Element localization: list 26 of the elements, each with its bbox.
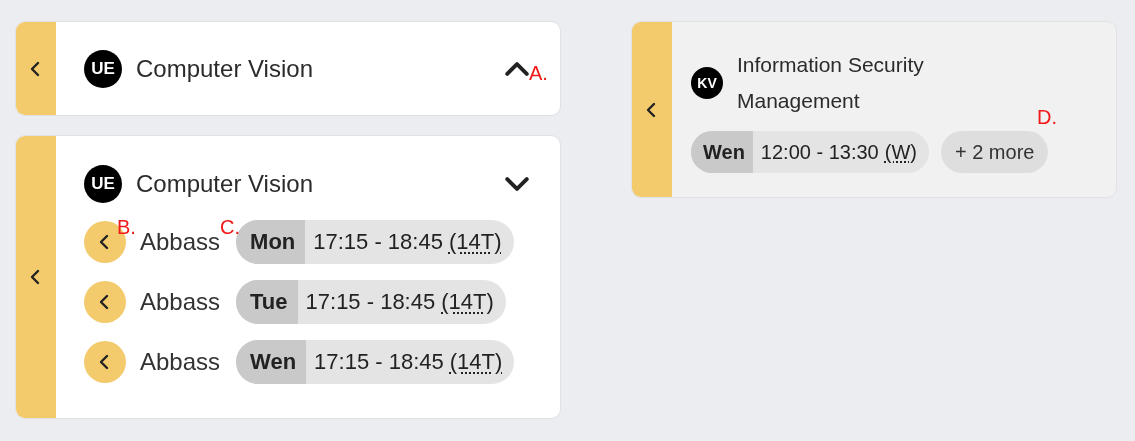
annotation-label: B. — [117, 216, 136, 239]
annotation-label: A. — [529, 62, 548, 85]
time-range: 12:00 - 13:30 — [760, 140, 879, 164]
back-button[interactable] — [84, 341, 126, 383]
course-title: Computer Vision — [136, 54, 313, 83]
room-label: (14T) — [441, 289, 494, 315]
day-label: Wen — [236, 340, 307, 384]
room-label: (W) — [884, 140, 917, 164]
room-label: (14T) — [449, 349, 503, 375]
course-logo: KV — [691, 67, 723, 99]
teacher-name: Abbass — [140, 288, 221, 316]
back-button[interactable] — [84, 281, 126, 323]
time-range: 17:15 - 18:45 — [314, 349, 444, 375]
day-label: Wen — [691, 131, 753, 173]
annotation-label: D. — [1037, 106, 1057, 129]
room-label: (14T) — [448, 229, 502, 255]
course-logo: UE — [84, 49, 122, 88]
course-title: Computer Vision — [136, 170, 313, 198]
course-logo: UE — [84, 165, 122, 203]
time-range: 17:15 - 18:45 — [313, 229, 443, 255]
course-title: Information Security Management — [737, 52, 925, 114]
more-button[interactable]: + 2 more — [940, 131, 1049, 173]
teacher-name: Abbass — [140, 348, 221, 376]
day-label: Tue — [236, 280, 298, 324]
teacher-name: Abbass — [140, 228, 221, 256]
time-range: 17:15 - 18:45 — [305, 289, 436, 315]
